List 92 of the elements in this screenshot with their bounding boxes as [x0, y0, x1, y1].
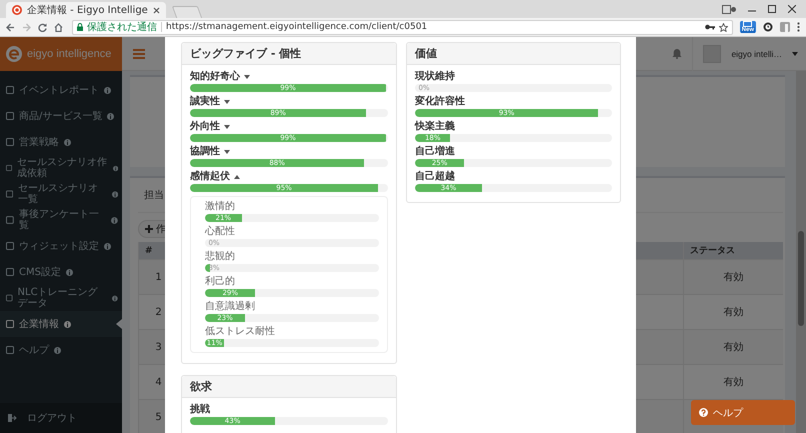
- info-icon: [104, 242, 111, 250]
- card-title: ビッグファイブ - 個性: [182, 43, 396, 65]
- trait-label: 自意識過剰: [205, 301, 255, 313]
- trait-label: 協調性: [190, 146, 220, 158]
- url-text: https://stmanagement.eigyointelligence.com/client/c0501: [166, 22, 428, 32]
- trait-label: 悲観的: [205, 251, 235, 263]
- logout-icon: [8, 414, 17, 422]
- user-avatar: [703, 44, 722, 62]
- sidebar-item[interactable]: NLCトレーニングデータ: [0, 285, 122, 311]
- star-icon[interactable]: [718, 22, 728, 32]
- trait-label: 自己増進: [415, 146, 455, 158]
- trait-label: 変化許容性: [415, 96, 465, 108]
- browser-tab[interactable]: 企業情報 - Eigyo Intellige: [6, 2, 166, 18]
- trait-label: 外向性: [190, 121, 220, 133]
- card-title: 価値: [407, 43, 620, 65]
- trait-label: 激情的: [205, 201, 235, 213]
- square-icon: [6, 112, 14, 120]
- user-name[interactable]: eigyo intelli…: [731, 48, 782, 58]
- back-icon[interactable]: [6, 22, 15, 32]
- close-icon[interactable]: [788, 5, 796, 13]
- square-icon: [6, 320, 14, 328]
- info-icon: [66, 268, 73, 276]
- square-icon: [6, 164, 12, 172]
- info-icon: [54, 346, 61, 354]
- trait-label: 誠実性: [190, 96, 220, 108]
- card-title: 欲求: [182, 376, 396, 398]
- home-icon[interactable]: [54, 22, 63, 32]
- scrollbar[interactable]: [796, 71, 806, 433]
- square-icon: [6, 268, 14, 276]
- trait-label: 低ストレス耐性: [205, 326, 275, 338]
- table-cell: 有効: [683, 329, 783, 364]
- bell-icon[interactable]: [672, 48, 682, 59]
- square-icon: [6, 346, 14, 354]
- sidebar-item[interactable]: セールスシナリオ作成依頼: [0, 155, 122, 181]
- sidebar-item[interactable]: ウィジェット設定: [0, 233, 122, 259]
- trait-label: 利己的: [205, 276, 235, 288]
- sidebar-item[interactable]: 事後アンケート一覧: [0, 207, 122, 233]
- favicon-icon: [12, 5, 22, 15]
- caret-icon[interactable]: [244, 75, 250, 79]
- sidebar-item[interactable]: 企業情報: [0, 311, 122, 337]
- caret-icon[interactable]: [234, 175, 240, 179]
- sidebar-item[interactable]: ヘルプ: [0, 337, 122, 363]
- info-icon: [111, 216, 118, 224]
- maximize-icon[interactable]: [768, 5, 776, 13]
- logout-button[interactable]: ログアウト: [0, 403, 122, 433]
- square-icon: [6, 216, 14, 224]
- logo-text: eigyo intelligence: [27, 48, 112, 60]
- caret-icon[interactable]: [224, 100, 230, 104]
- help-icon: [699, 408, 708, 417]
- caret-icon[interactable]: [792, 52, 798, 56]
- window-icon: [743, 21, 752, 27]
- trait-label: 自己超越: [415, 171, 455, 183]
- trait-label: 心配性: [205, 226, 235, 238]
- info-icon: [104, 86, 111, 94]
- info-icon: [107, 112, 114, 120]
- sidebar-item[interactable]: イベントレポート: [0, 77, 122, 103]
- info-icon: [64, 138, 71, 146]
- key-icon[interactable]: [704, 24, 715, 30]
- plus-icon: [145, 225, 153, 233]
- info-icon: [112, 190, 118, 198]
- trait-label: 快楽主義: [415, 121, 455, 133]
- sidebar-item[interactable]: CMS設定: [0, 259, 122, 285]
- caret-icon[interactable]: [224, 125, 230, 129]
- sidebar-item[interactable]: セールスシナリオ一覧: [0, 181, 122, 207]
- square-icon: [6, 294, 13, 302]
- square-icon: [6, 138, 14, 146]
- trait-label: 現状維持: [415, 71, 455, 83]
- square-icon: [6, 190, 14, 198]
- security-label: 保護された通信: [87, 20, 157, 34]
- info-icon: [112, 164, 118, 172]
- trait-label: 知的好奇心: [190, 71, 240, 83]
- trait-label: 感情起伏: [190, 171, 230, 183]
- sidebar-item[interactable]: 商品/サービス一覧: [0, 103, 122, 129]
- close-icon[interactable]: [152, 6, 160, 14]
- profile-icon[interactable]: [722, 4, 736, 14]
- info-icon: [64, 320, 71, 328]
- square-icon: [6, 242, 14, 250]
- help-button[interactable]: ヘルプ: [691, 400, 795, 425]
- table-cell: 有効: [683, 259, 783, 294]
- square-icon: [6, 86, 14, 94]
- filter-label: 担当: [144, 188, 164, 203]
- clock-icon[interactable]: [763, 22, 773, 32]
- column-header[interactable]: ステータス: [683, 242, 783, 259]
- logo-icon: [6, 46, 22, 62]
- menu-icon[interactable]: [797, 22, 800, 32]
- sidebar-item[interactable]: 営業戦略: [0, 129, 122, 155]
- info-icon: [112, 294, 118, 302]
- caret-icon[interactable]: [224, 150, 230, 154]
- lock-icon: [77, 23, 83, 31]
- trait-label: 挑戦: [190, 404, 210, 416]
- address-field[interactable]: 保護された通信 https://stmanagement.eigyointelligence.com/client/c0501: [72, 20, 733, 34]
- reload-icon[interactable]: [38, 22, 47, 32]
